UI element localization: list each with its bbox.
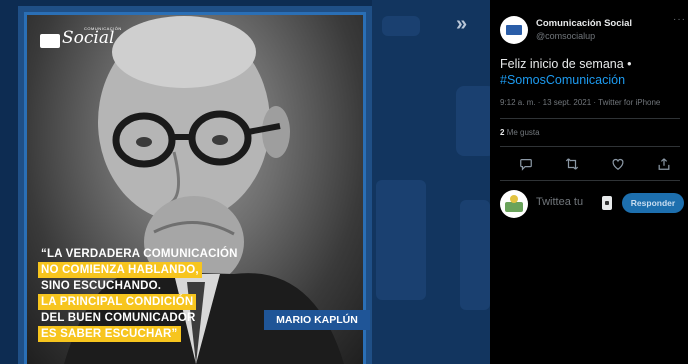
tweet-image: COMUNICACIÓN Social “LA VERDADERA COMUNI…	[18, 6, 372, 364]
tweet-detail-panel: Comunicación Social @comsocialup ··· Fel…	[490, 0, 688, 364]
avatar-graphic	[510, 195, 518, 203]
avatar[interactable]	[500, 190, 528, 218]
reply-button[interactable]	[514, 152, 538, 176]
quote-line: “LA VERDADERA COMUNICACIÓN	[41, 248, 238, 260]
tweet-text: Feliz inicio de semana • #SomosComunicac…	[500, 56, 684, 88]
quote-line-highlighted: NO COMIENZA HABLANDO,	[38, 262, 202, 278]
share-icon	[658, 158, 670, 170]
more-options-icon[interactable]: ···	[673, 14, 686, 25]
user-display-name[interactable]: Comunicación Social	[536, 18, 632, 29]
logo-wordmark: Social	[62, 28, 115, 48]
quote-text: “LA VERDADERA COMUNICACIÓN NO COMIENZA H…	[38, 246, 268, 342]
avatar[interactable]	[500, 16, 528, 44]
emoji-icon[interactable]	[602, 196, 612, 210]
quote-line: SINO ESCUCHANDO.	[41, 280, 162, 292]
heart-icon	[612, 158, 624, 171]
quote-line-highlighted: ES SABER ESCUCHAR”	[38, 326, 181, 342]
university-logo-icon	[40, 34, 60, 48]
reply-input[interactable]: Twittea tu	[536, 196, 592, 208]
quote-line: DEL BUEN COMUNICADOR	[41, 312, 196, 324]
reply-icon	[520, 159, 532, 171]
retweet-icon	[565, 158, 579, 170]
quote-line-highlighted: LA PRINCIPAL CONDICIÓN	[38, 294, 197, 310]
like-button[interactable]	[606, 152, 630, 176]
hashtag-link[interactable]: #SomosComunicación	[500, 73, 625, 87]
tweet-metadata: 9:12 a. m. · 13 sept. 2021 · Twitter for…	[500, 98, 661, 107]
media-viewer: » COMUNICACIÓN Social “LA VERDADERA COMU…	[0, 0, 490, 364]
quote-author: MARIO KAPLÚN	[264, 310, 370, 330]
divider	[500, 146, 680, 147]
likes-count[interactable]: 2 Me gusta	[500, 128, 540, 137]
retweet-button[interactable]	[560, 152, 584, 176]
likes-label: Me gusta	[506, 128, 540, 137]
tweet-text-plain: Feliz inicio de semana •	[500, 57, 632, 71]
avatar-graphic	[505, 202, 523, 212]
divider	[500, 180, 680, 181]
collapse-panel-icon[interactable]: »	[456, 14, 467, 34]
divider	[500, 118, 680, 119]
reply-submit-button[interactable]: Responder	[622, 193, 684, 213]
background-timeline-dimmed	[372, 0, 490, 364]
user-handle[interactable]: @comsocialup	[536, 31, 595, 41]
university-logo-icon	[506, 25, 522, 35]
likes-number: 2	[500, 128, 505, 137]
comunicacion-social-logo: COMUNICACIÓN Social	[40, 26, 132, 50]
share-button[interactable]	[652, 152, 676, 176]
